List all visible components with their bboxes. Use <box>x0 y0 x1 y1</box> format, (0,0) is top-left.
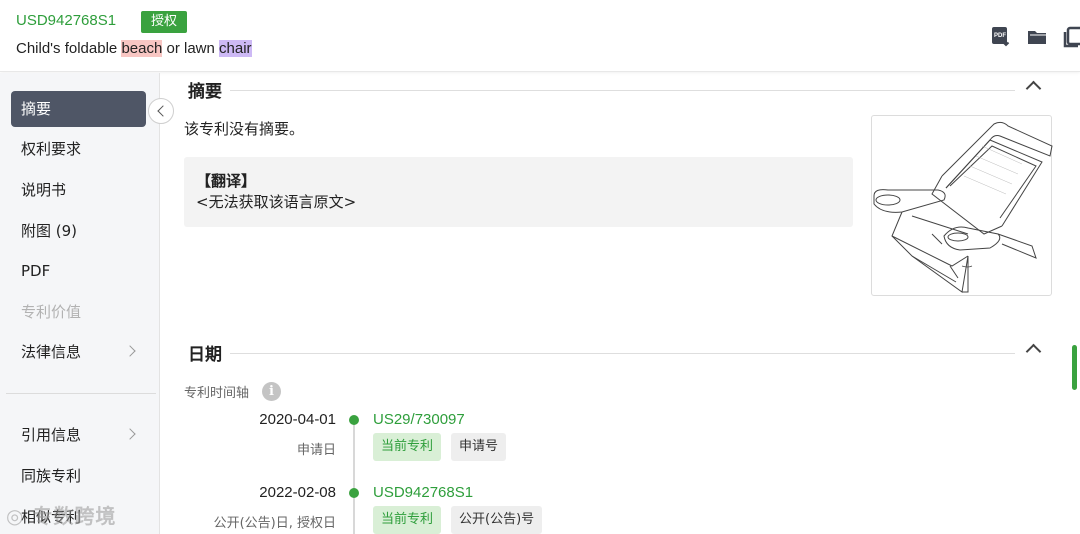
abstract-text: 该专利没有摘要。 <box>184 120 305 138</box>
chevron-up-icon[interactable] <box>1025 80 1042 97</box>
timeline-dot <box>349 415 359 425</box>
translation-box: 【翻译】 <无法获取该语言原文> <box>184 157 853 227</box>
abstract-section-header: 摘要 <box>188 77 1048 107</box>
sidebar-nav: 摘要 权利要求 说明书 附图 (9) PDF 专利价值 法律信息 引用信息 同族… <box>0 73 160 534</box>
patent-number[interactable]: USD942768S1 <box>16 12 116 29</box>
timeline-line <box>353 420 355 534</box>
sidebar-item-label: 专利价值 <box>21 303 82 321</box>
copy-icon[interactable] <box>1062 26 1080 48</box>
sidebar-item-label: 法律信息 <box>21 343 82 361</box>
sidebar-item-label: 附图 (9) <box>21 222 78 240</box>
info-icon[interactable]: i <box>262 382 281 401</box>
timeline-date: 2022-02-08 <box>259 484 336 501</box>
timeline-date-type: 申请日 <box>296 443 336 458</box>
title-text: or lawn <box>162 40 220 57</box>
sidebar-item-description[interactable]: 说明书 <box>11 172 146 208</box>
number-type-tag: 申请号 <box>451 433 507 461</box>
patent-title: Child's foldable beach or lawn chair <box>16 40 252 57</box>
sidebar-item-label: 引用信息 <box>21 426 82 444</box>
collapse-sidebar-button[interactable] <box>148 98 174 124</box>
current-patent-tag: 当前专利 <box>373 433 442 461</box>
section-divider <box>230 90 1015 91</box>
sidebar-item-pdf[interactable]: PDF <box>11 253 146 289</box>
timeline-date-type: 公开(公告)日, 授权日 <box>213 516 336 531</box>
timeline-label: 专利时间轴 <box>184 386 250 401</box>
sidebar-item-patent-value: 专利价值 <box>11 294 146 330</box>
chevron-right-icon <box>124 345 136 357</box>
title-highlight-chair: chair <box>219 40 252 57</box>
translation-title: 【翻译】 <box>196 172 257 190</box>
chevron-right-icon <box>124 428 136 440</box>
sidebar-item-label: 权利要求 <box>21 140 82 158</box>
watermark: ◎ 专数跨境 <box>6 500 116 529</box>
section-divider <box>230 353 1015 354</box>
folder-icon[interactable] <box>1026 26 1048 48</box>
sidebar-item-label: 说明书 <box>21 181 67 199</box>
section-title: 日期 <box>188 345 222 365</box>
pdf-download-icon[interactable]: PDF <box>990 26 1012 48</box>
timeline-patent-number[interactable]: USD942768S1 <box>373 484 473 501</box>
timeline-date: 2020-04-01 <box>259 411 336 428</box>
sidebar-item-claims[interactable]: 权利要求 <box>11 131 146 167</box>
sidebar-item-label: 同族专利 <box>21 467 82 485</box>
timeline-dot <box>349 488 359 498</box>
title-highlight-beach: beach <box>121 40 163 57</box>
sidebar-item-family[interactable]: 同族专利 <box>11 458 146 494</box>
status-badge: 授权 <box>141 11 188 33</box>
sidebar-item-drawings[interactable]: 附图 (9) <box>11 213 146 249</box>
current-patent-tag: 当前专利 <box>373 506 442 534</box>
translation-text: <无法获取该语言原文> <box>196 193 357 211</box>
sidebar-item-legal-info[interactable]: 法律信息 <box>11 334 146 370</box>
svg-text:PDF: PDF <box>994 33 1006 39</box>
patent-drawing-thumbnail[interactable] <box>871 115 1053 296</box>
timeline-patent-number[interactable]: US29/730097 <box>373 411 465 428</box>
sidebar-item-citations[interactable]: 引用信息 <box>11 417 146 453</box>
dates-section-header: 日期 <box>188 340 1048 370</box>
scrollbar-thumb[interactable] <box>1072 345 1077 390</box>
watermark-text: 专数跨境 <box>32 504 117 528</box>
chevron-up-icon[interactable] <box>1025 343 1042 360</box>
number-type-tag: 公开(公告)号 <box>451 506 543 534</box>
sidebar-divider <box>6 393 156 394</box>
chair-drawing <box>873 121 1053 293</box>
sidebar-item-label: PDF <box>21 262 51 280</box>
sidebar-item-label: 摘要 <box>21 100 52 118</box>
patent-header: USD942768S1 授权 Child's foldable beach or… <box>0 0 1080 72</box>
section-title: 摘要 <box>188 82 222 102</box>
chevron-left-icon <box>157 105 169 117</box>
watermark-logo-icon: ◎ <box>6 504 33 528</box>
title-text: Child's foldable <box>16 40 122 57</box>
sidebar-item-abstract[interactable]: 摘要 <box>11 91 146 127</box>
